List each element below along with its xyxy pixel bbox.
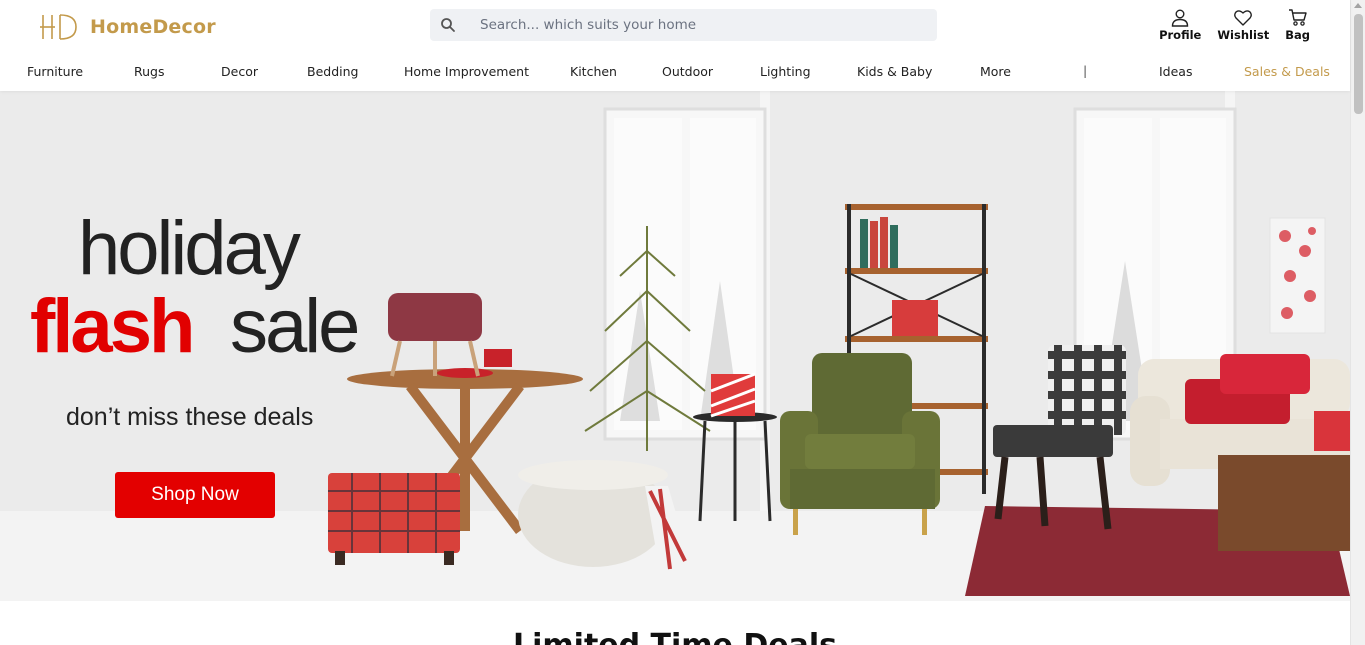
heart-icon xyxy=(1234,10,1253,26)
headline-line-1: holiday xyxy=(78,206,301,291)
search-bar xyxy=(430,9,937,41)
search-input[interactable] xyxy=(480,9,920,41)
shop-now-button[interactable]: Shop Now xyxy=(115,472,275,518)
nav-item-decor[interactable]: Decor xyxy=(221,64,258,79)
header-actions: Profile Wishlist Bag xyxy=(1159,8,1310,42)
nav-item-sales-deals[interactable]: Sales & Deals xyxy=(1244,64,1330,79)
nav-item-kids-baby[interactable]: Kids & Baby xyxy=(857,64,932,79)
section-title: Limited Time Deals xyxy=(0,628,1350,645)
headline-line-2: sale xyxy=(230,284,360,369)
wishlist-label: Wishlist xyxy=(1217,28,1270,42)
headline-highlight: flash xyxy=(30,284,195,369)
bag-label: Bag xyxy=(1285,28,1310,42)
nav-item-bedding[interactable]: Bedding xyxy=(307,64,358,79)
plaid-ottoman xyxy=(328,473,460,565)
nav-item-lighting[interactable]: Lighting xyxy=(760,64,811,79)
profile-button[interactable]: Profile xyxy=(1159,8,1201,42)
nav-item-home-improvement[interactable]: Home Improvement xyxy=(404,64,529,79)
hero-room-illustration xyxy=(0,91,1350,601)
user-icon xyxy=(1172,9,1189,27)
nav-item-outdoor[interactable]: Outdoor xyxy=(662,64,713,79)
category-nav: Furniture Rugs Decor Bedding Home Improv… xyxy=(0,60,1350,84)
bag-button[interactable]: Bag xyxy=(1285,8,1310,42)
hero-banner: holiday flash sale don’t miss these deal… xyxy=(0,91,1350,601)
page-scrollbar[interactable] xyxy=(1350,0,1365,645)
nav-item-more[interactable]: More xyxy=(980,64,1011,79)
nav-separator: | xyxy=(1083,63,1088,78)
cart-icon xyxy=(1288,9,1307,26)
scrollbar-thumb[interactable] xyxy=(1354,14,1363,114)
profile-label: Profile xyxy=(1159,28,1202,42)
nav-item-ideas[interactable]: Ideas xyxy=(1159,64,1192,79)
logo[interactable]: HomeDecor xyxy=(38,12,216,42)
wishlist-button[interactable]: Wishlist xyxy=(1217,8,1269,42)
brand-name: HomeDecor xyxy=(90,16,216,38)
hd-monogram-icon xyxy=(40,14,77,40)
nav-item-rugs[interactable]: Rugs xyxy=(134,64,165,79)
nav-item-furniture[interactable]: Furniture xyxy=(27,64,83,79)
site-header: HomeDecor Profile Wishlist xyxy=(0,0,1350,91)
hero-subline: don’t miss these deals xyxy=(66,403,314,431)
page: HomeDecor Profile Wishlist xyxy=(0,0,1365,645)
nav-item-kitchen[interactable]: Kitchen xyxy=(570,64,617,79)
scroll-up-arrow-icon[interactable] xyxy=(1354,3,1362,8)
search-icon[interactable] xyxy=(440,17,456,33)
